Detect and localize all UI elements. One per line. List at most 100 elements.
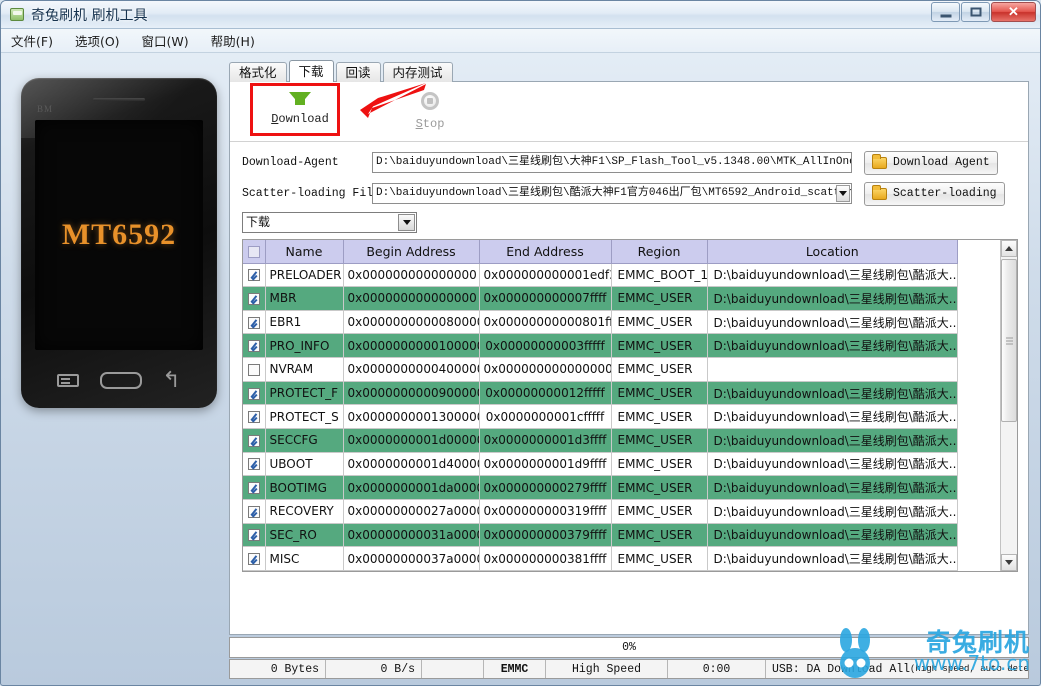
- download-agent-browse-button[interactable]: Download Agent: [864, 151, 998, 175]
- folder-icon: [872, 157, 887, 169]
- cell-region: EMMC_USER: [611, 499, 707, 523]
- table-row[interactable]: SEC_RO0x00000000031a00000x000000000379ff…: [243, 523, 958, 547]
- scrollbar-track[interactable]: [1001, 257, 1017, 554]
- table-row[interactable]: RECOVERY0x00000000027a00000x000000000319…: [243, 499, 958, 523]
- tab-readback[interactable]: 回读: [336, 62, 381, 82]
- row-checkbox[interactable]: [248, 553, 260, 565]
- row-checkbox-cell[interactable]: [243, 358, 265, 382]
- table-vertical-scrollbar[interactable]: [1000, 240, 1017, 571]
- status-blank: [422, 660, 484, 678]
- row-checkbox-cell[interactable]: [243, 547, 265, 571]
- row-checkbox-cell[interactable]: [243, 476, 265, 500]
- close-button[interactable]: ✕: [991, 2, 1036, 22]
- cell-region: EMMC_USER: [611, 358, 707, 382]
- cell-begin-address: 0x0000000000080000: [343, 310, 479, 334]
- cell-begin-address: 0x00000000027a0000: [343, 499, 479, 523]
- scrollbar-thumb[interactable]: [1001, 259, 1017, 422]
- table-row[interactable]: MISC0x00000000037a00000x000000000381ffff…: [243, 547, 958, 571]
- row-checkbox[interactable]: [248, 458, 260, 470]
- table-row[interactable]: PRELOADER0x0000000000000000x000000000001…: [243, 263, 958, 287]
- table-row[interactable]: MBR0x0000000000000000x000000000007ffffEM…: [243, 287, 958, 311]
- menu-item-options[interactable]: 选项(O): [75, 31, 120, 50]
- row-checkbox-cell[interactable]: [243, 310, 265, 334]
- cell-begin-address: 0x000000000000000: [343, 287, 479, 311]
- scatter-file-browse-button[interactable]: Scatter-loading: [864, 182, 1005, 206]
- status-connection-detail: (high speed, auto detect): [910, 664, 1028, 674]
- row-checkbox[interactable]: [248, 317, 260, 329]
- action-toolbar: Download Stop: [230, 82, 1028, 142]
- column-header-begin[interactable]: Begin Address: [343, 240, 479, 263]
- row-checkbox-cell[interactable]: [243, 381, 265, 405]
- cell-begin-address: 0x0000000001d40000: [343, 452, 479, 476]
- download-mode-select[interactable]: 下载: [242, 212, 417, 233]
- cell-location: [707, 358, 958, 382]
- tab-memory-test[interactable]: 内存测试: [383, 62, 453, 82]
- home-key-icon: [100, 372, 142, 389]
- row-checkbox[interactable]: [248, 411, 260, 423]
- column-header-end[interactable]: End Address: [479, 240, 611, 263]
- table-row[interactable]: BOOTIMG0x0000000001da00000x000000000279f…: [243, 476, 958, 500]
- download-agent-input[interactable]: D:\baiduyundownload\三星线刷包\大神F1\SP_Flash_…: [372, 152, 852, 173]
- tab-download[interactable]: 下载: [289, 60, 334, 82]
- cell-end-address: 0x0000000001d3ffff: [479, 428, 611, 452]
- cell-region: EMMC_USER: [611, 405, 707, 429]
- table-row[interactable]: UBOOT0x0000000001d400000x0000000001d9fff…: [243, 452, 958, 476]
- status-bar: 0 Bytes 0 B/s EMMC High Speed 0:00 USB: …: [229, 659, 1029, 679]
- minimize-button[interactable]: [931, 2, 960, 22]
- maximize-button[interactable]: [961, 2, 990, 22]
- table-row[interactable]: PROTECT_F0x00000000009000000x00000000012…: [243, 381, 958, 405]
- cell-end-address: 0x000000000001edf3: [479, 263, 611, 287]
- phone-screen: MT6592: [35, 120, 203, 350]
- scroll-up-button[interactable]: [1001, 240, 1017, 257]
- scroll-down-button[interactable]: [1001, 554, 1017, 571]
- cell-name: BOOTIMG: [265, 476, 343, 500]
- chevron-down-icon[interactable]: [398, 214, 415, 231]
- row-checkbox-cell[interactable]: [243, 499, 265, 523]
- row-checkbox[interactable]: [248, 364, 260, 376]
- row-checkbox[interactable]: [248, 269, 260, 281]
- column-header-location[interactable]: Location: [707, 240, 958, 263]
- stop-button[interactable]: Stop: [382, 86, 478, 136]
- scatter-file-input[interactable]: D:\baiduyundownload\三星线刷包\酷派大神F1官方046出厂包…: [372, 183, 852, 204]
- table-row[interactable]: NVRAM0x00000000004000000x000000000000000…: [243, 358, 958, 382]
- select-all-header[interactable]: [243, 240, 265, 263]
- table-row[interactable]: PROTECT_S0x00000000013000000x0000000001c…: [243, 405, 958, 429]
- row-checkbox-cell[interactable]: [243, 334, 265, 358]
- row-checkbox[interactable]: [248, 529, 260, 541]
- select-all-checkbox[interactable]: [248, 246, 260, 258]
- status-connection-text: USB: DA Download All: [772, 663, 910, 676]
- row-checkbox[interactable]: [248, 388, 260, 400]
- row-checkbox[interactable]: [248, 293, 260, 305]
- row-checkbox[interactable]: [248, 506, 260, 518]
- table-row[interactable]: SECCFG0x0000000001d000000x0000000001d3ff…: [243, 428, 958, 452]
- cell-location: D:\baiduyundownload\三星线刷包\酷派大...: [707, 452, 958, 476]
- table-row[interactable]: PRO_INFO0x00000000001000000x00000000003f…: [243, 334, 958, 358]
- column-header-name[interactable]: Name: [265, 240, 343, 263]
- cell-begin-address: 0x0000000001da0000: [343, 476, 479, 500]
- menu-item-file[interactable]: 文件(F): [11, 31, 53, 50]
- device-preview-panel: BM MT6592 ↰: [9, 60, 221, 450]
- scatter-file-value: D:\baiduyundownload\三星线刷包\酷派大神F1官方046出厂包…: [376, 187, 852, 199]
- chevron-down-icon[interactable]: [836, 185, 850, 202]
- row-checkbox-cell[interactable]: [243, 287, 265, 311]
- row-checkbox-cell[interactable]: [243, 263, 265, 287]
- row-checkbox-cell[interactable]: [243, 452, 265, 476]
- download-button[interactable]: Download: [252, 86, 348, 136]
- cell-begin-address: 0x000000000000000: [343, 263, 479, 287]
- cell-region: EMMC_BOOT_1: [611, 263, 707, 287]
- menu-item-help[interactable]: 帮助(H): [211, 31, 255, 50]
- table-row[interactable]: EBR10x00000000000800000x00000000000801ff…: [243, 310, 958, 334]
- cell-name: PROTECT_S: [265, 405, 343, 429]
- tab-format[interactable]: 格式化: [229, 62, 287, 82]
- row-checkbox-cell[interactable]: [243, 523, 265, 547]
- app-icon: [10, 8, 24, 21]
- row-checkbox[interactable]: [248, 482, 260, 494]
- row-checkbox[interactable]: [248, 340, 260, 352]
- download-arrow-icon: [289, 92, 311, 105]
- menu-item-window[interactable]: 窗口(W): [142, 31, 189, 50]
- row-checkbox-cell[interactable]: [243, 428, 265, 452]
- row-checkbox-cell[interactable]: [243, 405, 265, 429]
- column-header-region[interactable]: Region: [611, 240, 707, 263]
- status-connection: USB: DA Download All (high speed, auto d…: [766, 660, 1028, 678]
- row-checkbox[interactable]: [248, 435, 260, 447]
